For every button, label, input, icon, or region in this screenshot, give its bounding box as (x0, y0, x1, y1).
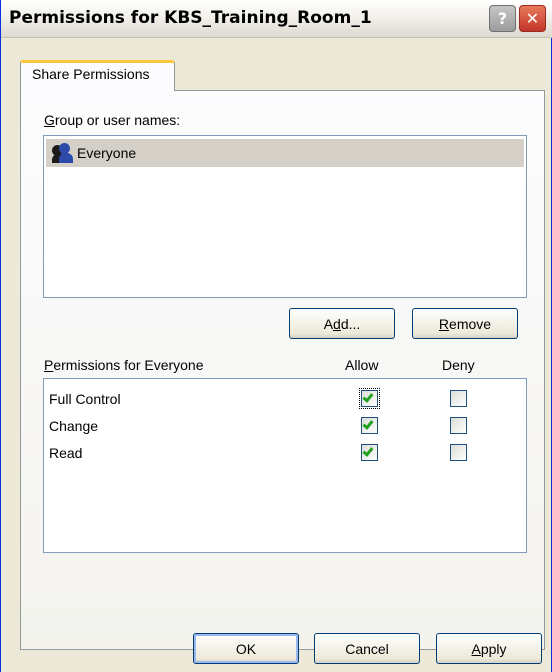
list-item[interactable]: Everyone (46, 139, 524, 167)
permissions-dialog: Permissions for KBS_Training_Room_1 ? ✕ … (0, 0, 552, 672)
allow-change-checkbox[interactable] (361, 417, 378, 434)
list-item-label: Everyone (77, 145, 137, 161)
permission-name: Full Control (49, 391, 121, 407)
permissions-label: Permissions for Everyone (44, 357, 204, 373)
window-title: Permissions for KBS_Training_Room_1 (9, 8, 372, 28)
allow-full-control-checkbox[interactable] (359, 388, 380, 409)
check-icon (362, 445, 374, 457)
permission-name: Read (49, 445, 83, 461)
close-icon: ✕ (525, 9, 540, 28)
title-bar[interactable]: Permissions for KBS_Training_Room_1 ? ✕ (1, 0, 552, 38)
allow-column-header: Allow (345, 357, 379, 373)
help-icon: ? (497, 9, 508, 28)
cancel-button[interactable]: Cancel (314, 633, 420, 664)
permissions-list[interactable]: Full Control Change Read (43, 378, 527, 553)
help-button[interactable]: ? (489, 5, 516, 32)
table-row: Full Control (49, 388, 519, 412)
table-row: Read (49, 442, 519, 466)
close-button[interactable]: ✕ (519, 5, 546, 32)
remove-button[interactable]: Remove (412, 308, 518, 339)
allow-read-checkbox[interactable] (361, 444, 378, 461)
ok-button[interactable]: OK (193, 633, 299, 664)
add-button[interactable]: Ad d... (289, 308, 395, 339)
tab-share-permissions[interactable]: Share Permissions (20, 60, 175, 91)
group-users-icon (52, 143, 74, 163)
tab-label: Share Permissions (32, 66, 150, 82)
deny-column-header: Deny (442, 357, 475, 373)
deny-full-control-checkbox[interactable] (450, 390, 467, 407)
permission-name: Change (49, 418, 99, 434)
check-icon (362, 391, 374, 403)
deny-change-checkbox[interactable] (450, 417, 467, 434)
apply-button[interactable]: Apply (436, 633, 542, 664)
deny-read-checkbox[interactable] (450, 444, 467, 461)
group-user-list[interactable]: Everyone (43, 135, 527, 298)
check-icon (362, 418, 374, 430)
table-row: Change (49, 415, 519, 439)
group-names-label: Group or user names: (44, 112, 181, 128)
